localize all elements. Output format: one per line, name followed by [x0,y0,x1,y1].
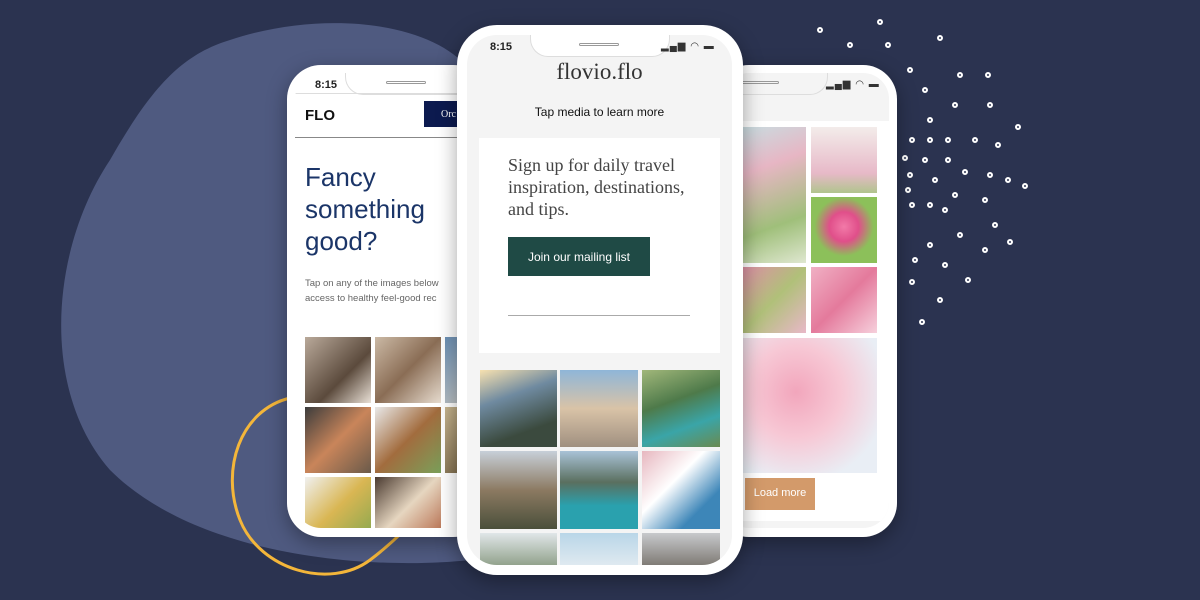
food-photo[interactable] [375,407,441,473]
intro-text: Tap on any of the images below access to… [305,278,439,304]
status-icons: ▂▄▆ ◠ ▬ [826,79,880,90]
status-time: 8:15 [315,79,338,91]
load-more-button[interactable]: Load more [745,478,815,510]
flower-photo[interactable] [742,338,877,473]
subtitle: Tap media to learn more [534,105,665,119]
travel-photo[interactable] [560,533,638,565]
flower-photo[interactable] [811,127,877,193]
brand-title: flovio.flo [556,59,643,84]
center-phone: 8:15 ▂▄▆ ◠ ▬ flovio.flo Tap media to lea… [457,25,743,575]
food-photo[interactable] [375,477,441,528]
flower-photo[interactable] [811,197,877,263]
flower-photo[interactable] [742,127,806,263]
travel-photo[interactable] [480,370,557,447]
status-time: 8:15 [490,41,513,53]
center-phone-screen: 8:15 ▂▄▆ ◠ ▬ flovio.flo Tap media to lea… [467,35,732,565]
travel-photo[interactable] [560,370,638,447]
travel-photo[interactable] [560,451,638,529]
travel-photo[interactable] [642,533,720,565]
join-mailing-list-button[interactable]: Join our mailing list [508,237,650,276]
food-photo[interactable] [305,337,371,403]
headline: Fancy something good? [305,162,425,256]
email-input[interactable] [508,315,690,316]
food-photo[interactable] [305,477,371,528]
food-photo[interactable] [305,407,371,473]
signup-card: Sign up for daily travel inspiration, de… [479,138,720,353]
status-icons: ▂▄▆ ◠ ▬ [661,41,715,52]
logo: FLO [305,107,335,124]
travel-photo[interactable] [480,533,557,565]
travel-photo[interactable] [642,451,720,529]
signup-heading: Sign up for daily travel inspiration, de… [508,155,685,219]
travel-photo[interactable] [642,370,720,447]
right-phone-screen: ▂▄▆ ◠ ▬ Load more [723,73,889,528]
flower-photo[interactable] [742,267,806,333]
flower-photo[interactable] [811,267,877,333]
travel-photo[interactable] [480,451,557,529]
food-photo[interactable] [375,337,441,403]
